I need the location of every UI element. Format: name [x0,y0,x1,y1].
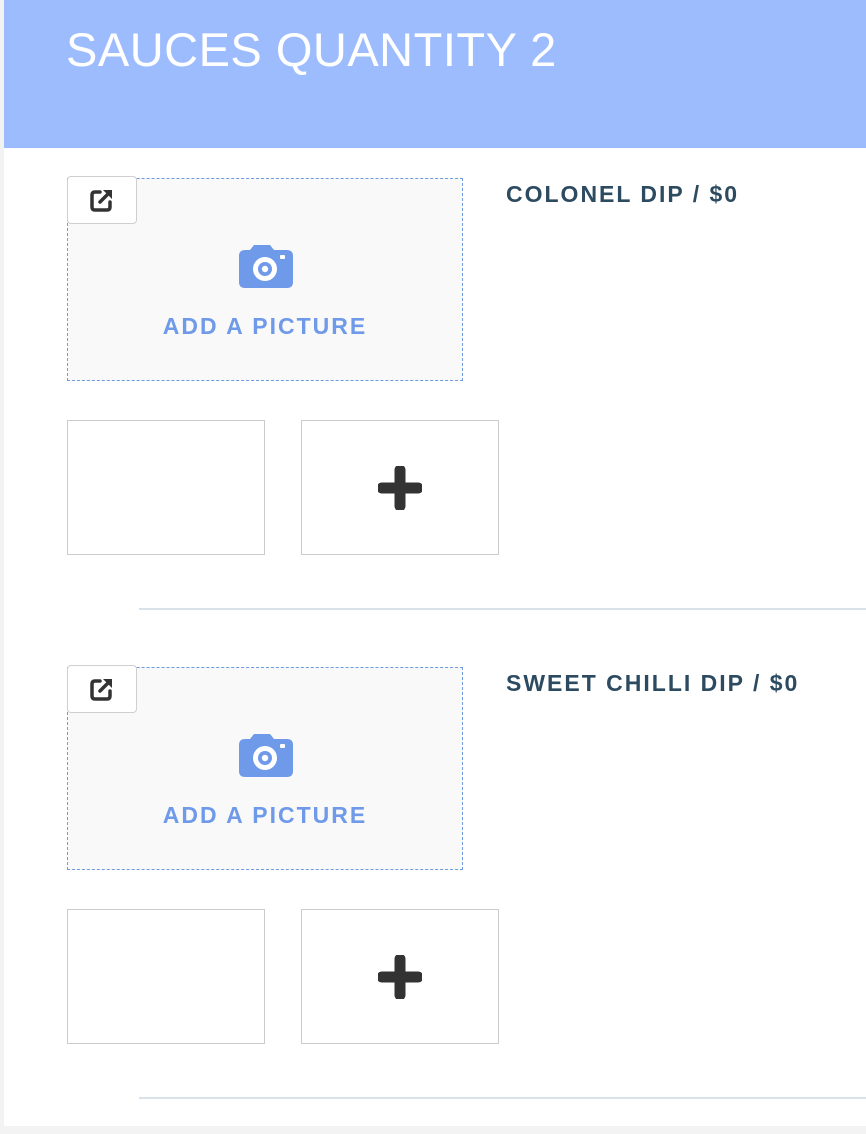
open-image-button[interactable] [67,176,137,224]
add-image-button[interactable] [301,420,499,555]
menu-item-card: ADD A PICTURE SWEET CHILLI DIP / $0 [4,637,866,1099]
page-header: SAUCES QUANTITY 2 [4,0,866,148]
open-image-button[interactable] [67,665,137,713]
external-link-icon [90,679,112,701]
page: SAUCES QUANTITY 2 ADD A PICTURE COLONEL … [4,0,866,1126]
menu-item-card: ADD A PICTURE COLONEL DIP / $0 [4,148,866,610]
add-image-button[interactable] [301,909,499,1044]
item-title: SWEET CHILLI DIP / $0 [506,670,800,696]
add-picture-label[interactable]: ADD A PICTURE [68,802,462,829]
item-divider [139,608,866,610]
image-thumbnail-slot[interactable] [67,909,265,1044]
item-title: COLONEL DIP / $0 [506,181,740,207]
page-title: SAUCES QUANTITY 2 [66,23,557,76]
external-link-icon [90,190,112,212]
add-picture-label[interactable]: ADD A PICTURE [68,313,462,340]
image-thumbnail-slot[interactable] [67,420,265,555]
camera-icon [239,245,293,288]
item-divider [139,1097,866,1099]
plus-icon [378,954,422,999]
plus-icon [378,465,422,510]
camera-icon [239,734,293,777]
